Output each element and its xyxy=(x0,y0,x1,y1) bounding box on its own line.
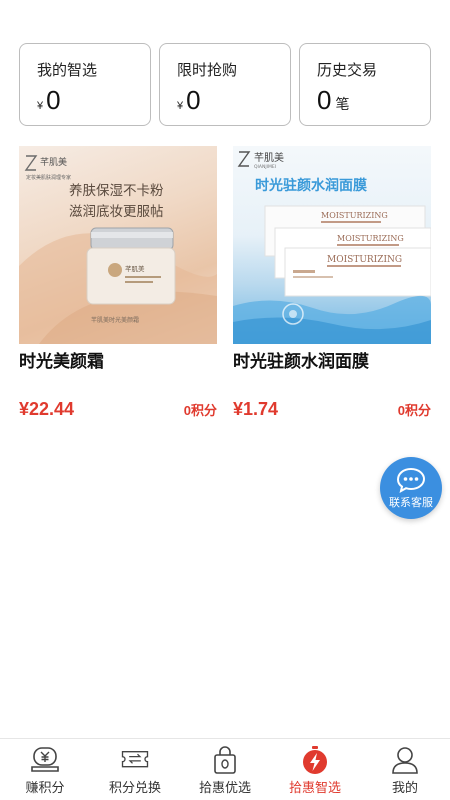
stat-card-history[interactable]: 历史交易 0 笔 xyxy=(299,43,431,126)
svg-text:芊肌美时光美颜霜: 芊肌美时光美颜霜 xyxy=(91,316,139,324)
product-price: ¥1.74 xyxy=(233,399,279,419)
svg-text:MOISTURIZING: MOISTURIZING xyxy=(321,211,388,220)
svg-text:QIANJIMEI: QIANJIMEI xyxy=(254,164,276,170)
stat-number: 0 xyxy=(317,85,332,115)
product-points: 0积分 xyxy=(397,403,431,418)
stat-label: 我的智选 xyxy=(37,62,98,79)
svg-text:时光驻颜水润面膜: 时光驻颜水润面膜 xyxy=(255,177,367,194)
bottom-tab-bar: 赚积分 积分兑换 拾惠优选 拾惠智选 我的 xyxy=(0,738,450,800)
price-row: ¥22.44 0积分 xyxy=(19,399,217,420)
svg-text:MOISTURIZING: MOISTURIZING xyxy=(337,234,404,243)
stat-card-my-selection[interactable]: 我的智选 ¥ 0 xyxy=(19,43,151,126)
person-icon xyxy=(390,745,420,775)
svg-text:芊肌美: 芊肌美 xyxy=(125,264,145,273)
exchange-ticket-icon xyxy=(120,745,150,775)
stat-number: 0 xyxy=(186,85,201,115)
svg-text:定妆美肌肤润理专家: 定妆美肌肤润理专家 xyxy=(26,174,71,181)
stat-number: 0 xyxy=(46,85,61,115)
product-card[interactable]: 芊肌美 QIANJIMEI 时光驻颜水润面膜 MOISTURIZING MOIS… xyxy=(233,146,431,420)
product-name[interactable]: 时光驻颜水润面膜 xyxy=(233,347,431,371)
tab-label: 拾惠智选 xyxy=(288,780,341,795)
contact-service-label: 联系客服 xyxy=(389,496,433,509)
contact-service-button[interactable]: 联系客服 xyxy=(380,457,442,519)
mask-product-illustration: 芊肌美 QIANJIMEI 时光驻颜水润面膜 MOISTURIZING MOIS… xyxy=(233,151,431,344)
stat-label: 历史交易 xyxy=(317,62,378,79)
stats-row: 我的智选 ¥ 0 限时抢购 ¥ 0 历史交易 0 笔 xyxy=(19,43,431,126)
chat-bubble-icon xyxy=(396,467,426,493)
tab-label: 我的 xyxy=(391,780,418,795)
brand-logo-icon xyxy=(237,151,251,167)
product-points: 0积分 xyxy=(183,403,217,418)
tab-mine[interactable]: 我的 xyxy=(360,739,450,800)
stat-currency: ¥ xyxy=(37,100,44,112)
product-card[interactable]: 芊肌美 定妆美肌肤润理专家 养肤保湿不卡粉 滋润底妆更服帖 芊肌美 芊肌美时光美… xyxy=(19,146,217,420)
tab-earn-points[interactable]: 赚积分 xyxy=(0,739,90,800)
svg-text:MOISTURIZING: MOISTURIZING xyxy=(327,255,402,265)
stat-label: 限时抢购 xyxy=(177,62,238,79)
yen-coin-icon xyxy=(30,745,60,775)
tab-smart-picks[interactable]: 拾惠智选 xyxy=(270,739,360,800)
svg-text:芊肌美: 芊肌美 xyxy=(254,151,284,164)
tab-label: 拾惠优选 xyxy=(198,780,251,795)
tab-points-exchange[interactable]: 积分兑换 xyxy=(90,739,180,800)
tab-label: 积分兑换 xyxy=(108,780,161,795)
svg-text:芊肌美: 芊肌美 xyxy=(40,156,67,168)
lightning-timer-icon xyxy=(300,745,330,775)
product-image-mask[interactable]: 芊肌美 QIANJIMEI 时光驻颜水润面膜 MOISTURIZING MOIS… xyxy=(233,146,431,344)
tab-discount-picks[interactable]: 拾惠优选 xyxy=(180,739,270,800)
product-price: ¥22.44 xyxy=(19,399,75,419)
stat-unit: 笔 xyxy=(335,96,350,112)
cream-product-illustration: 芊肌美 定妆美肌肤润理专家 养肤保湿不卡粉 滋润底妆更服帖 芊肌美 芊肌美时光美… xyxy=(19,155,217,344)
product-image-cream[interactable]: 芊肌美 定妆美肌肤润理专家 养肤保湿不卡粉 滋润底妆更服帖 芊肌美 芊肌美时光美… xyxy=(19,146,217,344)
lock-bag-icon xyxy=(210,745,240,775)
svg-text:滋润底妆更服帖: 滋润底妆更服帖 xyxy=(69,204,164,220)
brand-logo-icon xyxy=(24,155,38,171)
price-row: ¥1.74 0积分 xyxy=(233,399,431,420)
stat-value-row: 0 笔 xyxy=(317,86,430,114)
svg-text:养肤保湿不卡粉: 养肤保湿不卡粉 xyxy=(69,183,164,199)
product-grid: 芊肌美 定妆美肌肤润理专家 养肤保湿不卡粉 滋润底妆更服帖 芊肌美 芊肌美时光美… xyxy=(19,146,431,420)
product-name[interactable]: 时光美颜霜 xyxy=(19,347,217,371)
stat-card-flash-sale[interactable]: 限时抢购 ¥ 0 xyxy=(159,43,291,126)
tab-label: 赚积分 xyxy=(25,780,65,795)
stat-value-row: ¥ 0 xyxy=(37,86,150,114)
stat-currency: ¥ xyxy=(177,100,184,112)
stat-value-row: ¥ 0 xyxy=(177,86,290,114)
